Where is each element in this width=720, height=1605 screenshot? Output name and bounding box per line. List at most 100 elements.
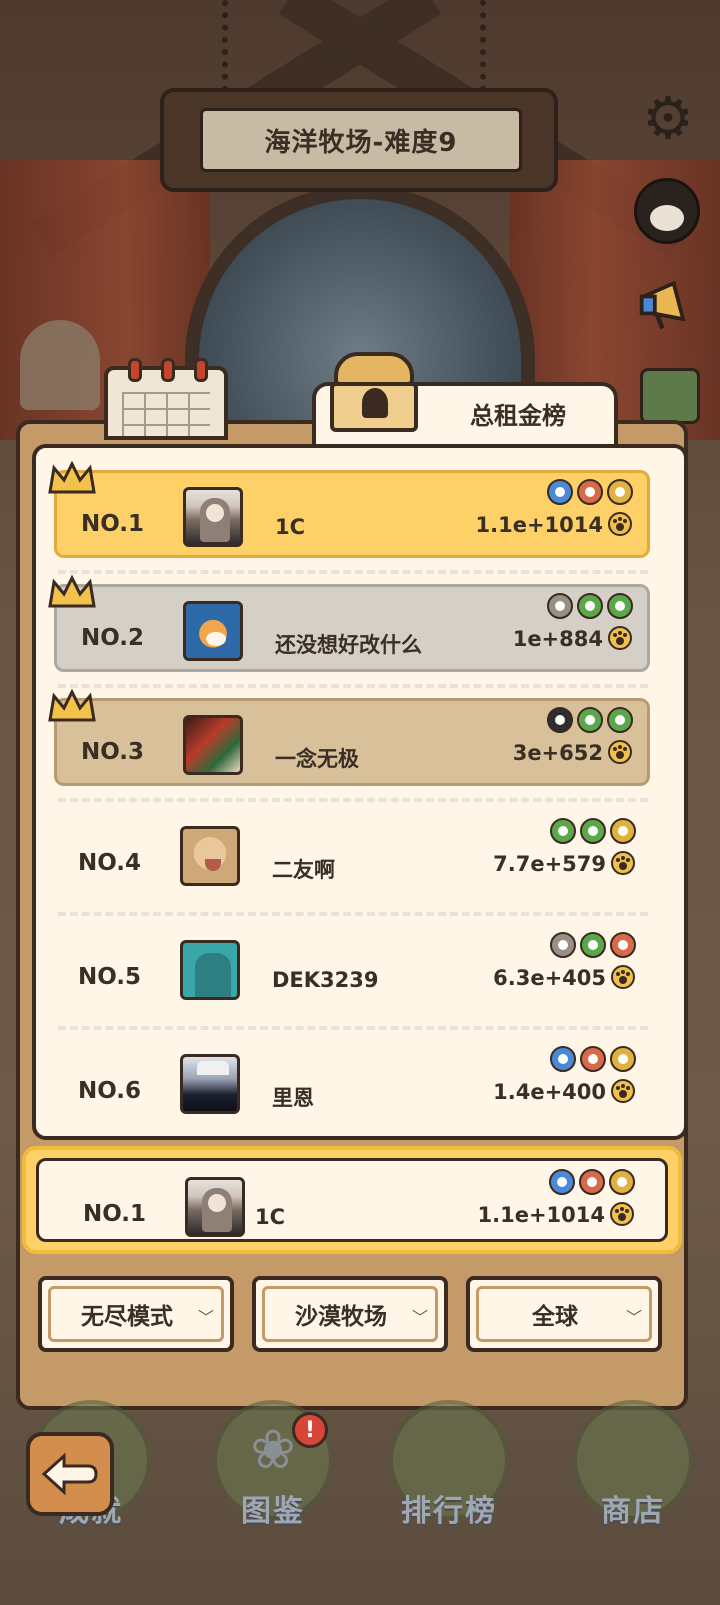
settings-gear-icon[interactable]: ⚙ bbox=[636, 86, 700, 150]
paw-coin-icon bbox=[611, 965, 635, 989]
rent-score: 6.3e+405 bbox=[493, 966, 606, 990]
animal-badge-icon bbox=[609, 1169, 635, 1195]
notification-badge: ! bbox=[292, 1412, 328, 1448]
nav-shop-label: 商店 bbox=[601, 1494, 665, 1529]
region-dropdown-label: 全球 bbox=[532, 1304, 578, 1330]
chevron-down-icon: ﹀ bbox=[197, 1308, 214, 1327]
rent-score: 3e+652 bbox=[512, 741, 603, 765]
title-sign: 海洋牧场-难度9 bbox=[160, 88, 558, 192]
animal-badge-icon bbox=[579, 1169, 605, 1195]
rank-number: NO.3 bbox=[81, 739, 145, 765]
animal-badge-icon bbox=[550, 818, 576, 844]
row-divider bbox=[58, 912, 648, 916]
silhouette-avatar[interactable] bbox=[180, 940, 240, 1000]
animal-badge-icon bbox=[547, 479, 573, 505]
player-name: DEK3239 bbox=[272, 968, 379, 992]
mode-dropdown[interactable]: 无尽模式 ﹀ bbox=[38, 1276, 234, 1352]
self-rank: NO.1 bbox=[83, 1201, 147, 1227]
chain-left bbox=[222, 0, 242, 92]
animal-badge-icon bbox=[607, 707, 633, 733]
animal-badge-icon bbox=[610, 818, 636, 844]
nav-encyclopedia[interactable]: ❀ 图鉴 bbox=[188, 1400, 358, 1550]
calendar-tab-icon[interactable] bbox=[104, 358, 228, 440]
crown-icon bbox=[48, 688, 96, 722]
animal-badge-icon bbox=[550, 932, 576, 958]
animal-badge-icon bbox=[580, 818, 606, 844]
rank-row[interactable]: NO.2 还没想好改什么 1e+884 bbox=[54, 584, 650, 672]
animal-badges bbox=[550, 818, 636, 844]
nav-encyclopedia-label: 图鉴 bbox=[241, 1494, 305, 1529]
tab-total-rent-label: 总租金榜 bbox=[470, 402, 566, 430]
rank-number: NO.6 bbox=[78, 1078, 142, 1104]
rank-row[interactable]: NO.5 DEK3239 6.3e+405 bbox=[54, 926, 650, 1014]
rank-number: NO.2 bbox=[81, 625, 145, 651]
region-dropdown[interactable]: 全球 ﹀ bbox=[466, 1276, 662, 1352]
rank-row[interactable]: NO.6 里恩 1.4e+400 bbox=[54, 1040, 650, 1128]
girl-avatar[interactable] bbox=[183, 487, 243, 547]
chevron-down-icon: ﹀ bbox=[625, 1308, 642, 1327]
title-plate: 海洋牧场-难度9 bbox=[200, 108, 522, 172]
player-name: 还没想好改什么 bbox=[275, 633, 422, 657]
self-name: 1C bbox=[255, 1205, 286, 1229]
rank-row[interactable]: NO.3 一念无极 3e+652 bbox=[54, 698, 650, 786]
player-name: 里恩 bbox=[272, 1086, 314, 1110]
animal-badges bbox=[547, 707, 633, 733]
animal-badges bbox=[547, 593, 633, 619]
cat-avatar[interactable] bbox=[180, 826, 240, 886]
row-divider bbox=[58, 570, 648, 574]
chevron-down-icon: ﹀ bbox=[411, 1308, 428, 1327]
page-title: 海洋牧场-难度9 bbox=[264, 127, 458, 158]
animal-badge-icon bbox=[607, 593, 633, 619]
self-avatar bbox=[185, 1177, 245, 1237]
penguin-avatar-icon[interactable] bbox=[634, 178, 700, 244]
self-rank-frame: NO.1 1C 1.1e+1014 bbox=[22, 1146, 682, 1254]
animal-badge-icon bbox=[580, 1046, 606, 1072]
player-name: 二友啊 bbox=[272, 858, 335, 882]
back-button[interactable] bbox=[26, 1432, 114, 1516]
mode-dropdown-label: 无尽模式 bbox=[81, 1304, 173, 1330]
animal-badge-icon bbox=[547, 593, 573, 619]
nav-leaderboard[interactable]: 排行榜 bbox=[364, 1400, 534, 1550]
nav-shop[interactable]: 商店 bbox=[548, 1400, 718, 1550]
shiba-avatar[interactable] bbox=[183, 601, 243, 661]
animal-badge-icon bbox=[547, 707, 573, 733]
map-dropdown-label: 沙漠牧场 bbox=[295, 1304, 387, 1330]
player-name: 一念无极 bbox=[275, 747, 359, 771]
paw-coin-icon bbox=[608, 512, 632, 536]
paw-glyph-icon: ❀ bbox=[250, 1418, 296, 1481]
animal-badge-icon bbox=[580, 932, 606, 958]
animal-badges bbox=[547, 479, 633, 505]
penguin-face bbox=[650, 205, 684, 231]
animal-badge-icon bbox=[549, 1169, 575, 1195]
rank-row[interactable]: NO.4 二友啊 7.7e+579 bbox=[54, 812, 650, 900]
treasure-chest-icon bbox=[330, 350, 420, 436]
nav-leaderboard-label: 排行榜 bbox=[401, 1494, 497, 1529]
rank-number: NO.5 bbox=[78, 964, 142, 990]
paw-coin-icon bbox=[608, 626, 632, 650]
row-divider bbox=[58, 1026, 648, 1030]
animal-badge-icon bbox=[577, 593, 603, 619]
self-rank-row[interactable]: NO.1 1C 1.1e+1014 bbox=[36, 1158, 668, 1242]
ranking-list[interactable]: NO.1 1C 1.1e+1014 NO.2 还没想好改什么 1e+884 NO.3 一念无极… bbox=[32, 444, 688, 1140]
row-divider bbox=[58, 684, 648, 688]
animal-badge-icon bbox=[577, 479, 603, 505]
lamp-decoration bbox=[20, 320, 100, 410]
calendar-rings bbox=[118, 358, 218, 382]
rent-score: 1.4e+400 bbox=[493, 1080, 606, 1104]
animal-badge-icon bbox=[550, 1046, 576, 1072]
row-divider bbox=[58, 798, 648, 802]
paw-coin-icon bbox=[611, 851, 635, 875]
anime-avatar[interactable] bbox=[183, 715, 243, 775]
animal-badges bbox=[550, 932, 636, 958]
rent-score: 7.7e+579 bbox=[493, 852, 606, 876]
animal-badge-icon bbox=[607, 479, 633, 505]
notebook-icon[interactable] bbox=[640, 368, 700, 424]
paw-coin-icon bbox=[608, 740, 632, 764]
player-name: 1C bbox=[275, 515, 306, 539]
chain-right bbox=[480, 0, 500, 92]
animal-badges bbox=[550, 1046, 636, 1072]
map-dropdown[interactable]: 沙漠牧场 ﹀ bbox=[252, 1276, 448, 1352]
megaphone-icon[interactable] bbox=[636, 272, 700, 336]
rank-row[interactable]: NO.1 1C 1.1e+1014 bbox=[54, 470, 650, 558]
dark-avatar[interactable] bbox=[180, 1054, 240, 1114]
